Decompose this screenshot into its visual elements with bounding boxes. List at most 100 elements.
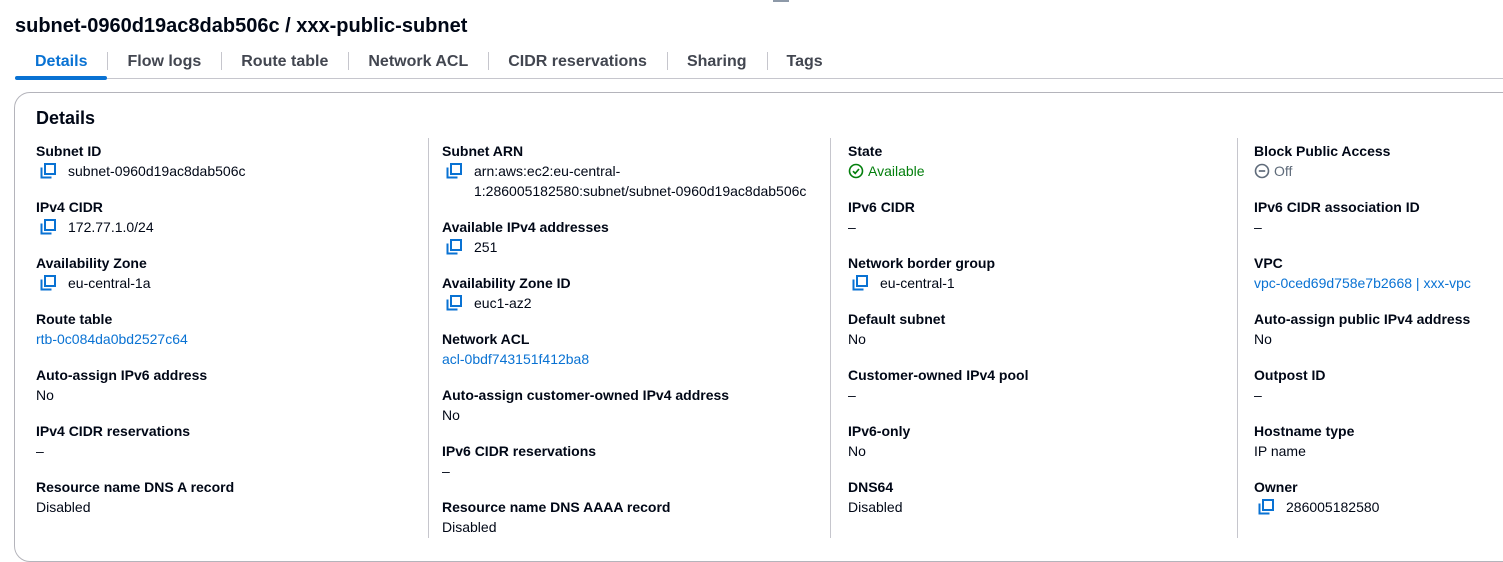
field-label: Block Public Access [1254,143,1391,159]
field-ipv4-cidr: IPv4 CIDR 172.77.1.0/24 [36,197,416,237]
field-value-row: No [848,329,1228,349]
copy-icon[interactable] [446,161,462,181]
field-label: Resource name DNS AAAA record [442,499,671,515]
copy-icon[interactable] [446,293,462,313]
field-value: Disabled [36,499,91,515]
field-subnet-id: Subnet ID subnet-0960d19ac8dab506c [36,141,416,181]
field-link[interactable]: acl-0bdf743151f412ba8 [442,349,589,369]
tab-sharing[interactable]: Sharing [666,45,767,78]
field-value-row: 251 [442,237,822,257]
tab-tags[interactable]: Tags [766,45,843,78]
field-value-row: 172.77.1.0/24 [36,217,416,237]
field-value-row: Available [848,161,1228,181]
field-ipv4-cidr-reservations: IPv4 CIDR reservations – [36,421,416,461]
details-column-4: Block Public Access Off IPv6 CIDR associat… [1254,141,1503,533]
column-divider [428,138,429,538]
field-label: Customer-owned IPv4 pool [848,367,1029,383]
details-column-3: State Available IPv6 CIDR – Network border g… [848,141,1228,533]
field-value-row: eu-central-1 [848,273,1228,293]
field-label: DNS64 [848,479,894,495]
field-value-row: Disabled [36,497,416,517]
field-value-row: – [36,441,416,461]
tab-route-table[interactable]: Route table [221,45,348,78]
field-value: Disabled [848,499,903,515]
details-column-1: Subnet ID subnet-0960d19ac8dab506c IPv4 CI… [36,141,416,533]
field-label: IPv6 CIDR [848,199,915,215]
field-value: No [1254,331,1272,347]
field-label: Resource name DNS A record [36,479,235,495]
field-label: Outpost ID [1254,367,1326,383]
details-column-2: Subnet ARN arn:aws:ec2:eu-central- 1:2860… [442,141,822,553]
field-value: subnet-0960d19ac8dab506c [68,163,246,179]
field-dns64: DNS64 Disabled [848,477,1228,517]
field-value: No [442,407,460,423]
field-ipv6-cidr-reservations: IPv6 CIDR reservations – [442,441,822,481]
field-value-row: 286005182580 [1254,497,1503,517]
field-value-row: vpc-0ced69d758e7b2668 | xxx-vpc [1254,273,1503,293]
field-ipv6-only: IPv6-only No [848,421,1228,461]
field-value: – [1254,387,1262,403]
field-value: – [1254,219,1262,235]
tab-flow-logs[interactable]: Flow logs [107,45,221,78]
field-value: No [36,387,54,403]
copy-icon[interactable] [446,237,462,257]
field-value-row: rtb-0c084da0bd2527c64 [36,329,416,349]
field-hostname-type: Hostname type IP name [1254,421,1503,461]
field-value-row: euc1-az2 [442,293,822,313]
field-label: State [848,143,883,159]
field-resource-name-dns-aaaa-record: Resource name DNS AAAA record Disabled [442,497,822,537]
page-title: subnet-0960d19ac8dab506c / xxx-public-su… [15,15,468,37]
copy-icon[interactable] [852,273,868,293]
field-value: – [442,463,450,479]
field-value-row: Disabled [848,497,1228,517]
field-label: IPv6-only [848,423,911,439]
field-value-row: – [848,385,1228,405]
field-label: Hostname type [1254,423,1355,439]
copy-icon[interactable] [1258,497,1274,517]
field-ipv6-cidr-association-id: IPv6 CIDR association ID – [1254,197,1503,237]
field-value: No [848,331,866,347]
field-label: IPv6 CIDR association ID [1254,199,1420,215]
field-auto-assign-ipv6-address: Auto-assign IPv6 address No [36,365,416,405]
field-value-row: acl-0bdf743151f412ba8 [442,349,822,369]
field-link[interactable]: rtb-0c084da0bd2527c64 [36,329,188,349]
field-label: Route table [36,311,113,327]
field-availability-zone-id: Availability Zone ID euc1-az2 [442,273,822,313]
field-auto-assign-customer-owned-ipv4-address: Auto-assign customer-owned IPv4 address N… [442,385,822,425]
field-value: eu-central-1a [68,275,151,291]
field-value: Disabled [442,519,497,535]
field-label: Subnet ID [36,143,102,159]
tab-network-acl[interactable]: Network ACL [348,45,488,78]
field-value: IP name [1254,443,1306,459]
field-label: IPv4 CIDR reservations [36,423,191,439]
field-route-table: Route table rtb-0c084da0bd2527c64 [36,309,416,349]
field-label: Auto-assign customer-owned IPv4 address [442,387,730,403]
field-value: – [848,387,856,403]
field-label: VPC [1254,255,1283,271]
field-available-ipv4-addresses: Available IPv4 addresses 251 [442,217,822,257]
field-auto-assign-public-ipv4-address: Auto-assign public IPv4 address No [1254,309,1503,349]
field-outpost-id: Outpost ID – [1254,365,1503,405]
field-value: 172.77.1.0/24 [68,219,154,235]
field-value-row: No [1254,329,1503,349]
field-label: Available IPv4 addresses [442,219,609,235]
copy-icon[interactable] [40,161,56,181]
tab-cidr-reservations[interactable]: CIDR reservations [488,45,667,78]
field-value-row: No [36,385,416,405]
field-value: euc1-az2 [474,295,532,311]
field-value-row: eu-central-1a [36,273,416,293]
field-owner: Owner 286005182580 [1254,477,1503,517]
tab-details[interactable]: Details [15,45,108,80]
copy-icon[interactable] [40,217,56,237]
field-link[interactable]: vpc-0ced69d758e7b2668 | xxx-vpc [1254,273,1471,293]
copy-icon[interactable] [40,273,56,293]
details-panel-title: Details [36,108,96,128]
field-label: Default subnet [848,311,946,327]
field-value: arn:aws:ec2:eu-central- 1:286005182580:s… [474,163,807,199]
field-block-public-access: Block Public Access Off [1254,141,1503,181]
field-customer-owned-ipv4-pool: Customer-owned IPv4 pool – [848,365,1228,405]
field-label: Network border group [848,255,996,271]
field-value: Off [1274,163,1293,179]
details-panel: Details Subnet ID subnet-0960d19ac8dab506… [14,92,1503,562]
field-value-row: – [442,461,822,481]
